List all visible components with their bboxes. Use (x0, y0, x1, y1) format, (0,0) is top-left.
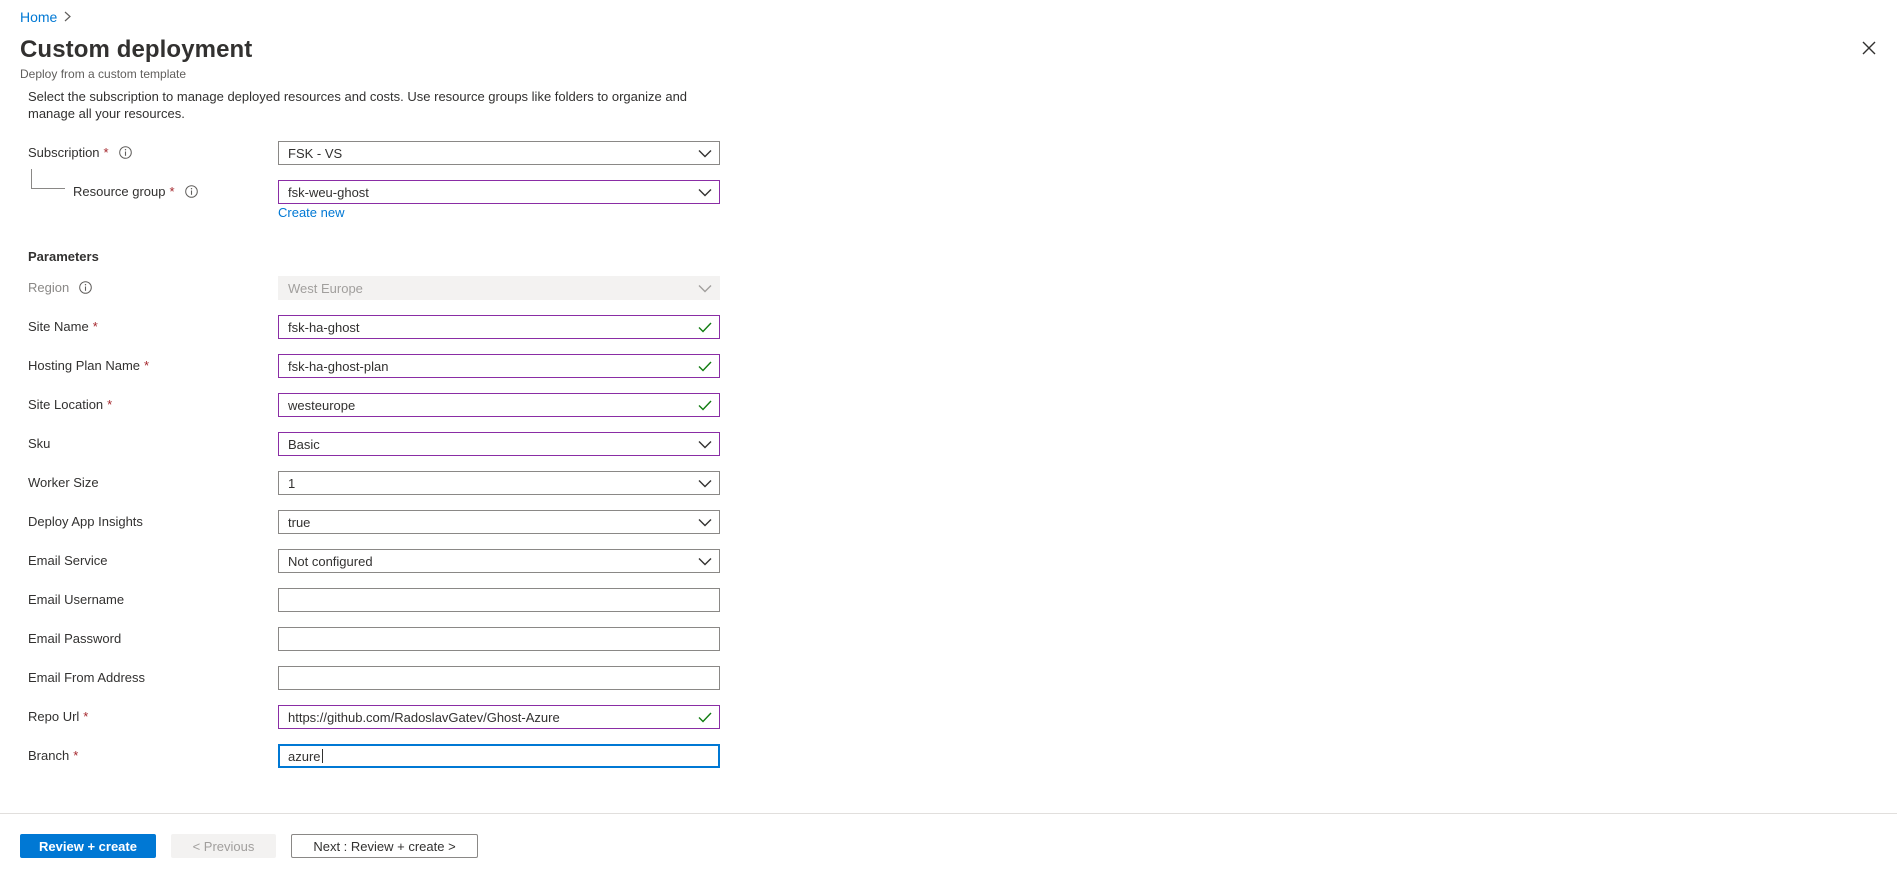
subscription-row: Subscription * FSK - VS (28, 141, 720, 165)
chevron-right-icon (63, 10, 72, 25)
site-location-row: Site Location * westeurope (28, 393, 720, 417)
checkmark-icon (698, 398, 712, 412)
region-row: Region West Europe (28, 276, 720, 300)
sku-dropdown[interactable]: Basic (278, 432, 720, 456)
site-location-label: Site Location * (28, 397, 113, 412)
chevron-down-icon (698, 476, 712, 490)
checkmark-icon (698, 710, 712, 724)
site-location-input[interactable]: westeurope (278, 393, 720, 417)
hosting-plan-name-row: Hosting Plan Name * fsk-ha-ghost-plan (28, 354, 720, 378)
email-username-input[interactable] (278, 588, 720, 612)
chevron-down-icon (698, 146, 712, 160)
branch-row: Branch * azure (28, 744, 720, 768)
email-username-row: Email Username (28, 588, 720, 612)
info-icon[interactable] (184, 185, 198, 198)
chevron-down-icon (698, 185, 712, 199)
text-cursor (321, 749, 323, 763)
info-icon[interactable] (118, 146, 132, 159)
breadcrumb: Home (20, 9, 72, 25)
site-name-input[interactable]: fsk-ha-ghost (278, 315, 720, 339)
create-new-link[interactable]: Create new (278, 205, 344, 220)
previous-button: < Previous (171, 834, 276, 858)
hosting-plan-name-input[interactable]: fsk-ha-ghost-plan (278, 354, 720, 378)
info-icon[interactable] (79, 281, 93, 294)
worker-size-label: Worker Size (28, 475, 99, 490)
chevron-down-icon (698, 515, 712, 529)
breadcrumb-home[interactable]: Home (20, 9, 57, 25)
subscription-label: Subscription * (28, 145, 132, 160)
email-username-label: Email Username (28, 592, 125, 607)
deploy-app-insights-dropdown[interactable]: true (278, 510, 720, 534)
parameters-heading: Parameters (28, 249, 99, 264)
repo-url-row: Repo Url * https://github.com/RadoslavGa… (28, 705, 720, 729)
chevron-down-icon (698, 437, 712, 451)
sku-row: Sku Basic (28, 432, 720, 456)
email-password-row: Email Password (28, 627, 720, 651)
email-service-dropdown[interactable]: Not configured (278, 549, 720, 573)
worker-size-dropdown[interactable]: 1 (278, 471, 720, 495)
region-dropdown: West Europe (278, 276, 720, 300)
footer-divider (0, 813, 1897, 814)
email-service-label: Email Service (28, 553, 108, 568)
page-subtitle: Deploy from a custom template (20, 67, 187, 81)
intro-text: Select the subscription to manage deploy… (28, 89, 688, 121)
email-password-label: Email Password (28, 631, 122, 646)
branch-input[interactable]: azure (278, 744, 720, 768)
site-name-label: Site Name * (28, 319, 98, 334)
region-label: Region (28, 280, 93, 295)
chevron-down-icon (698, 554, 712, 568)
next-button[interactable]: Next : Review + create > (291, 834, 478, 858)
close-icon (1862, 41, 1876, 60)
email-from-address-label: Email From Address (28, 670, 146, 685)
email-from-address-input[interactable] (278, 666, 720, 690)
deploy-app-insights-row: Deploy App Insights true (28, 510, 720, 534)
custom-deployment-page: Home Custom deployment Deploy from a cus… (0, 0, 1897, 884)
checkmark-icon (698, 320, 712, 334)
repo-url-input[interactable]: https://github.com/RadoslavGatev/Ghost-A… (278, 705, 720, 729)
sku-label: Sku (28, 436, 51, 451)
close-button[interactable] (1859, 40, 1879, 60)
resource-group-label: Resource group * (73, 184, 198, 199)
review-create-button[interactable]: Review + create (20, 834, 156, 858)
page-title: Custom deployment (20, 36, 253, 63)
resource-group-row: Resource group * fsk-weu-ghost (28, 180, 720, 204)
subscription-dropdown[interactable]: FSK - VS (278, 141, 720, 165)
branch-label: Branch * (28, 748, 79, 763)
checkmark-icon (698, 359, 712, 373)
repo-url-label: Repo Url * (28, 709, 89, 724)
deploy-app-insights-label: Deploy App Insights (28, 514, 143, 529)
worker-size-row: Worker Size 1 (28, 471, 720, 495)
email-from-address-row: Email From Address (28, 666, 720, 690)
site-name-row: Site Name * fsk-ha-ghost (28, 315, 720, 339)
chevron-down-icon (698, 281, 712, 295)
hosting-plan-name-label: Hosting Plan Name * (28, 358, 150, 373)
resource-group-dropdown[interactable]: fsk-weu-ghost (278, 180, 720, 204)
email-service-row: Email Service Not configured (28, 549, 720, 573)
email-password-input[interactable] (278, 627, 720, 651)
